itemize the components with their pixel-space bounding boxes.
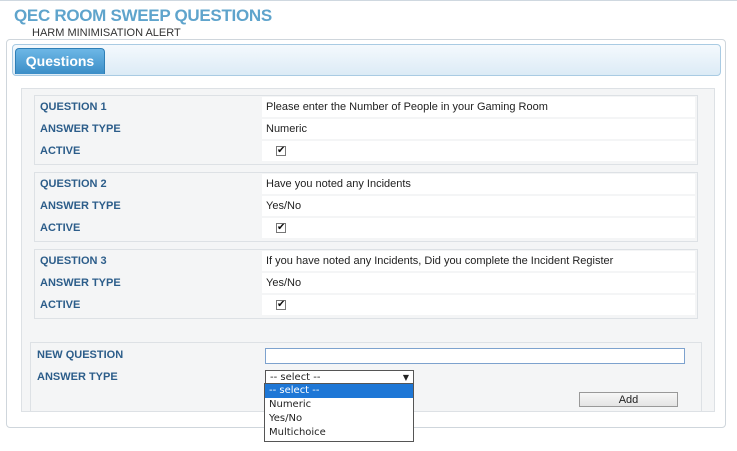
tab-questions[interactable]: Questions — [15, 48, 105, 74]
active-checkbox[interactable]: ✔ — [276, 223, 286, 233]
dropdown-option[interactable]: -- select -- — [265, 384, 413, 398]
check-icon: ✔ — [277, 145, 286, 156]
answer-type-value: Yes/No — [262, 196, 695, 216]
active-cell: ✔ — [262, 295, 695, 315]
question-block-3: QUESTION 3 If you have noted any Inciden… — [34, 249, 698, 319]
answer-type-value: Numeric — [262, 119, 695, 139]
answer-type-selected: -- select -- — [270, 372, 321, 383]
questions-panel: Questions QUESTION 1 Please enter the Nu… — [6, 39, 726, 428]
check-icon: ✔ — [277, 222, 286, 233]
answer-type-row: ANSWER TYPE Numeric — [35, 118, 697, 140]
dropdown-option[interactable]: Multichoice — [265, 426, 413, 440]
answer-type-row: ANSWER TYPE Yes/No — [35, 272, 697, 294]
top-divider — [0, 0, 737, 1]
active-label: ACTIVE — [40, 222, 81, 234]
page-subtitle: HARM MINIMISATION ALERT — [32, 27, 181, 39]
active-checkbox[interactable]: ✔ — [276, 300, 286, 310]
question-row: QUESTION 1 Please enter the Number of Pe… — [35, 96, 697, 118]
answer-type-value: Yes/No — [262, 273, 695, 293]
question-block-1: QUESTION 1 Please enter the Number of Pe… — [34, 95, 698, 165]
active-label: ACTIVE — [40, 145, 81, 157]
question-label: QUESTION 3 — [40, 255, 107, 267]
answer-type-label: ANSWER TYPE — [40, 277, 121, 289]
answer-type-dropdown: -- select -- Numeric Yes/No Multichoice — [264, 383, 414, 442]
question-label: QUESTION 1 — [40, 101, 107, 113]
question-label: QUESTION 2 — [40, 178, 107, 190]
answer-type-label: ANSWER TYPE — [40, 123, 121, 135]
check-icon: ✔ — [277, 299, 286, 310]
active-row: ACTIVE ✔ — [35, 294, 697, 316]
question-text: Have you noted any Incidents — [262, 174, 695, 194]
active-row: ACTIVE ✔ — [35, 140, 697, 162]
answer-type-label: ANSWER TYPE — [40, 200, 121, 212]
question-row: QUESTION 3 If you have noted any Inciden… — [35, 250, 697, 272]
tab-bar: Questions — [12, 44, 721, 76]
question-block-2: QUESTION 2 Have you noted any Incidents … — [34, 172, 698, 242]
dropdown-option[interactable]: Numeric — [265, 398, 413, 412]
active-checkbox[interactable]: ✔ — [276, 146, 286, 156]
page-title: QEC ROOM SWEEP QUESTIONS — [14, 6, 272, 25]
new-question-input[interactable] — [265, 348, 685, 364]
active-cell: ✔ — [262, 141, 695, 161]
active-cell: ✔ — [262, 218, 695, 238]
active-label: ACTIVE — [40, 299, 81, 311]
question-row: QUESTION 2 Have you noted any Incidents — [35, 173, 697, 195]
question-text: Please enter the Number of People in you… — [262, 97, 695, 117]
add-button[interactable]: Add — [579, 392, 678, 407]
questions-content: QUESTION 1 Please enter the Number of Pe… — [21, 88, 715, 412]
active-row: ACTIVE ✔ — [35, 217, 697, 239]
answer-type-row: ANSWER TYPE Yes/No — [35, 195, 697, 217]
answer-type-label: ANSWER TYPE — [37, 371, 118, 383]
dropdown-option[interactable]: Yes/No — [265, 412, 413, 426]
question-text: If you have noted any Incidents, Did you… — [262, 251, 695, 271]
new-question-label: NEW QUESTION — [37, 349, 124, 361]
